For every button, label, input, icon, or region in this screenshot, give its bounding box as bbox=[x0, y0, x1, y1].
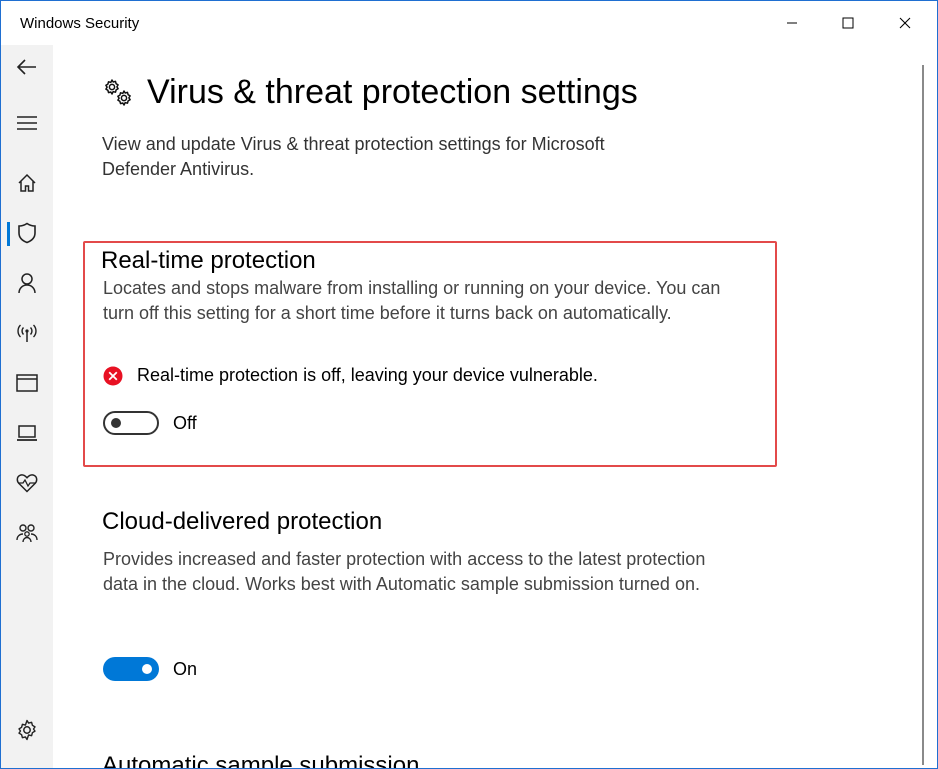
minimize-icon bbox=[787, 22, 797, 24]
network-antenna-icon bbox=[17, 324, 37, 342]
family-icon bbox=[16, 524, 38, 543]
page-title: Virus & threat protection settings bbox=[147, 73, 638, 111]
error-icon bbox=[103, 366, 123, 385]
laptop-icon bbox=[17, 425, 37, 441]
maximize-icon bbox=[842, 17, 854, 29]
cloud-protection-toggle[interactable] bbox=[103, 657, 159, 681]
close-button[interactable] bbox=[877, 1, 933, 45]
realtime-protection-toggle-label: Off bbox=[173, 412, 197, 433]
browser-window-icon bbox=[16, 374, 38, 392]
realtime-protection-toggle-row: Off bbox=[103, 411, 197, 435]
sample-submission-title: Automatic sample submission bbox=[102, 752, 420, 768]
person-icon bbox=[18, 273, 36, 294]
menu-button[interactable] bbox=[1, 101, 53, 145]
realtime-protection-title: Real-time protection bbox=[101, 247, 316, 274]
minimize-button[interactable] bbox=[764, 1, 820, 45]
selection-indicator bbox=[7, 222, 10, 246]
scrollbar-thumb[interactable] bbox=[922, 65, 924, 765]
maximize-button[interactable] bbox=[820, 1, 876, 45]
main-content: Virus & threat protection settings View … bbox=[53, 45, 919, 768]
nav-item-home[interactable] bbox=[1, 161, 53, 205]
window-title: Windows Security bbox=[20, 15, 140, 32]
close-icon bbox=[899, 17, 911, 29]
nav-item-device-security[interactable] bbox=[1, 411, 53, 455]
nav-item-virus-protection[interactable] bbox=[1, 211, 53, 255]
settings-gears-icon bbox=[105, 78, 131, 106]
title-bar: Windows Security bbox=[1, 1, 937, 45]
vertical-scrollbar[interactable] bbox=[919, 45, 937, 768]
cloud-protection-toggle-row: On bbox=[103, 657, 197, 681]
page-header: Virus & threat protection settings bbox=[103, 73, 638, 112]
gear-icon bbox=[18, 719, 36, 741]
page-description: View and update Virus & threat protectio… bbox=[102, 134, 605, 179]
back-arrow-icon bbox=[16, 59, 36, 75]
home-icon bbox=[18, 173, 36, 192]
cloud-protection-description: Provides increased and faster protection… bbox=[103, 549, 706, 594]
nav-item-family-options[interactable] bbox=[1, 511, 53, 555]
back-button[interactable] bbox=[1, 45, 53, 89]
heart-pulse-icon bbox=[16, 474, 38, 493]
nav-item-account-protection[interactable] bbox=[1, 261, 53, 305]
nav-item-settings[interactable] bbox=[1, 708, 53, 752]
navigation-pane bbox=[1, 45, 53, 768]
realtime-protection-description: Locates and stops malware from installin… bbox=[103, 278, 721, 323]
toggle-knob bbox=[142, 664, 152, 674]
cloud-protection-toggle-label: On bbox=[173, 658, 198, 679]
cloud-protection-title: Cloud-delivered protection bbox=[102, 508, 383, 535]
realtime-protection-toggle[interactable] bbox=[103, 411, 159, 435]
shield-icon bbox=[18, 222, 36, 244]
windows-security-window: Windows Security Virus & threat protecti… bbox=[0, 0, 938, 769]
nav-item-device-performance-health[interactable] bbox=[1, 461, 53, 505]
nav-item-firewall-network[interactable] bbox=[1, 311, 53, 355]
hamburger-menu-icon bbox=[17, 116, 37, 130]
realtime-protection-status: Real-time protection is off, leaving you… bbox=[103, 365, 598, 386]
nav-item-app-browser-control[interactable] bbox=[1, 361, 53, 405]
toggle-knob bbox=[111, 418, 121, 428]
realtime-protection-status-text: Real-time protection is off, leaving you… bbox=[137, 365, 598, 385]
